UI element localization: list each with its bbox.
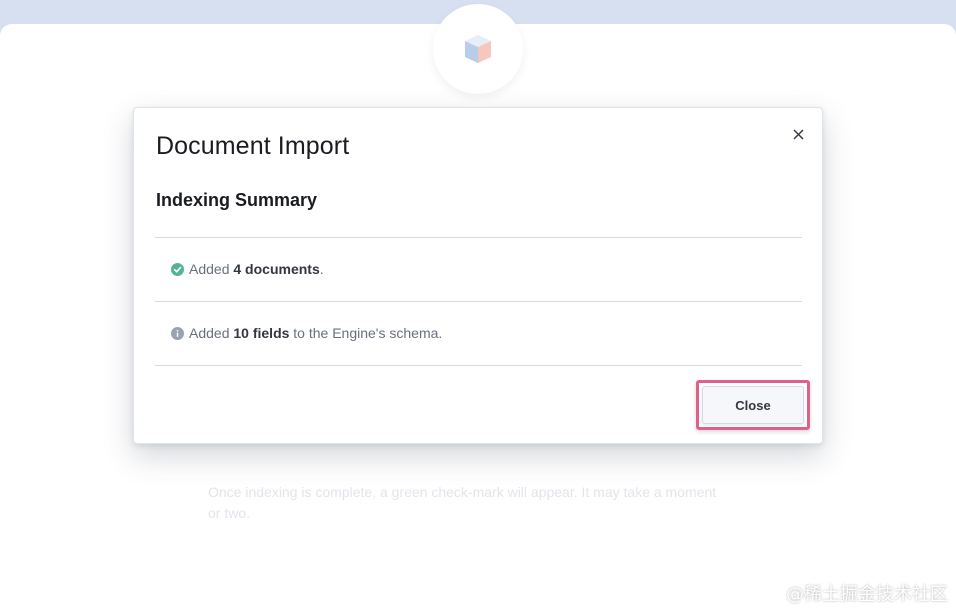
- summary-text-prefix: Added: [189, 261, 234, 277]
- watermark: @稀土掘金技术社区: [786, 584, 948, 605]
- summary-text-suffix: to the Engine's schema.: [289, 325, 443, 341]
- divider: [155, 365, 802, 366]
- divider: [155, 301, 802, 302]
- modal-title: Document Import: [156, 132, 350, 160]
- app-search-logo-icon: [465, 35, 491, 63]
- check-circle-icon: [171, 262, 184, 276]
- close-icon[interactable]: [789, 125, 807, 143]
- divider: [155, 237, 802, 238]
- summary-text-count: 4 documents: [233, 261, 320, 277]
- logo-badge: [433, 4, 523, 94]
- summary-text-prefix: Added: [189, 325, 234, 341]
- summary-row-fields: Added 10 fields to the Engine's schema.: [171, 325, 442, 341]
- document-import-modal: Document Import Indexing Summary Added 4…: [133, 107, 823, 444]
- summary-text-count: 10 fields: [233, 325, 290, 341]
- summary-text-suffix: .: [319, 261, 324, 277]
- app-window: Once indexing is complete, a green check…: [0, 0, 956, 612]
- modal-subtitle: Indexing Summary: [156, 190, 318, 210]
- close-button[interactable]: Close: [702, 386, 804, 424]
- close-button-highlight: Close: [696, 380, 810, 430]
- summary-row-documents: Added 4 documents .: [171, 261, 324, 277]
- info-circle-icon: [171, 326, 184, 340]
- background-hint-text: Once indexing is complete, a green check…: [208, 484, 717, 521]
